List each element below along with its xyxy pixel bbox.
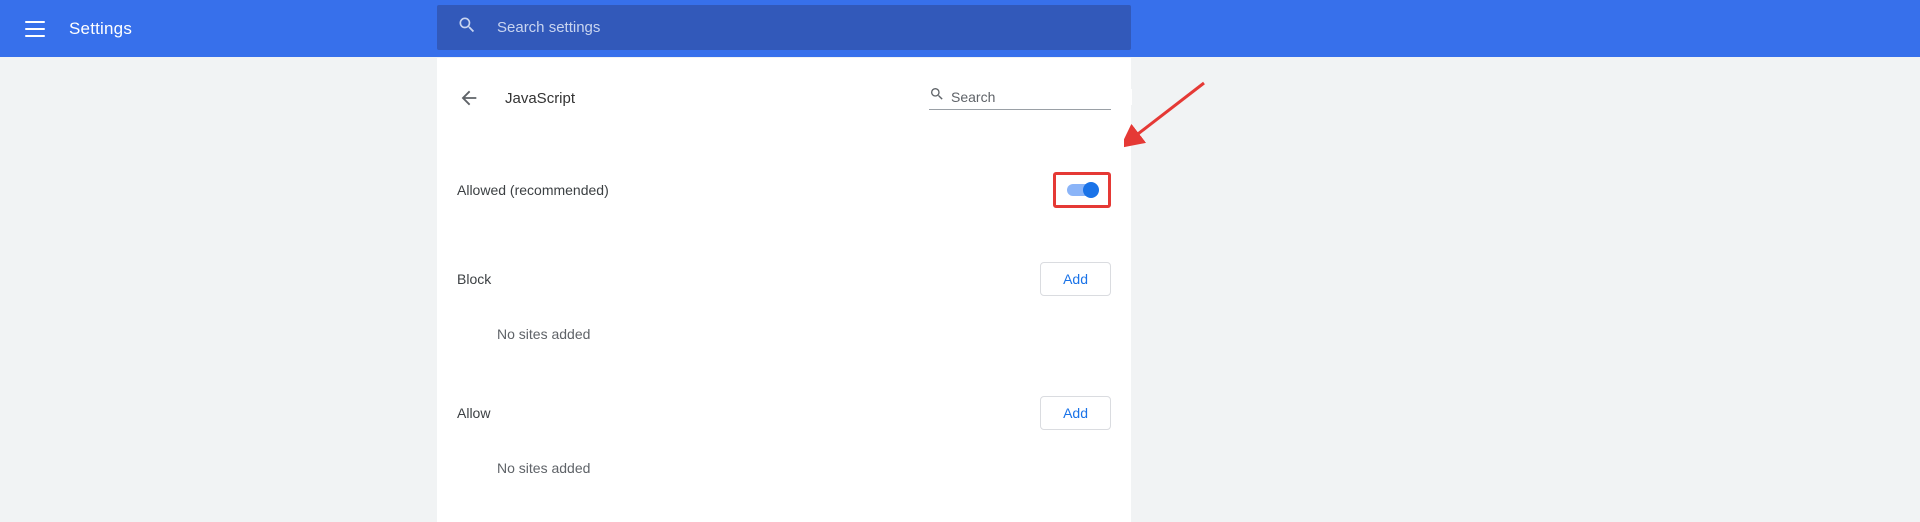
settings-search-input[interactable] [497, 19, 1131, 36]
settings-content-card: JavaScript Allowed (recommended) Block A… [437, 58, 1131, 522]
menu-icon[interactable] [25, 21, 45, 37]
top-app-bar: Settings [0, 0, 1920, 57]
block-add-button[interactable]: Add [1040, 262, 1111, 296]
javascript-allowed-toggle[interactable] [1053, 172, 1111, 208]
page-header: JavaScript [457, 78, 1111, 118]
in-page-search[interactable] [929, 86, 1111, 110]
back-arrow-icon[interactable] [457, 86, 481, 110]
allowed-toggle-row: Allowed (recommended) [457, 172, 1111, 208]
toggle-track-icon [1067, 184, 1097, 196]
search-icon [929, 86, 945, 107]
block-title: Block [457, 271, 491, 287]
settings-search-bar[interactable] [437, 5, 1131, 50]
in-page-search-input[interactable] [951, 89, 1132, 105]
allowed-label: Allowed (recommended) [457, 182, 609, 198]
block-section-header: Block Add [457, 262, 1111, 296]
allow-title: Allow [457, 405, 490, 421]
allow-empty-text: No sites added [497, 460, 1111, 476]
block-empty-text: No sites added [497, 326, 1111, 342]
toggle-knob-icon [1083, 182, 1099, 198]
search-icon [457, 15, 477, 40]
allow-add-button[interactable]: Add [1040, 396, 1111, 430]
allow-section-header: Allow Add [457, 396, 1111, 430]
app-title: Settings [69, 19, 132, 39]
annotation-arrow-icon [1124, 75, 1214, 150]
page-title: JavaScript [505, 90, 575, 107]
